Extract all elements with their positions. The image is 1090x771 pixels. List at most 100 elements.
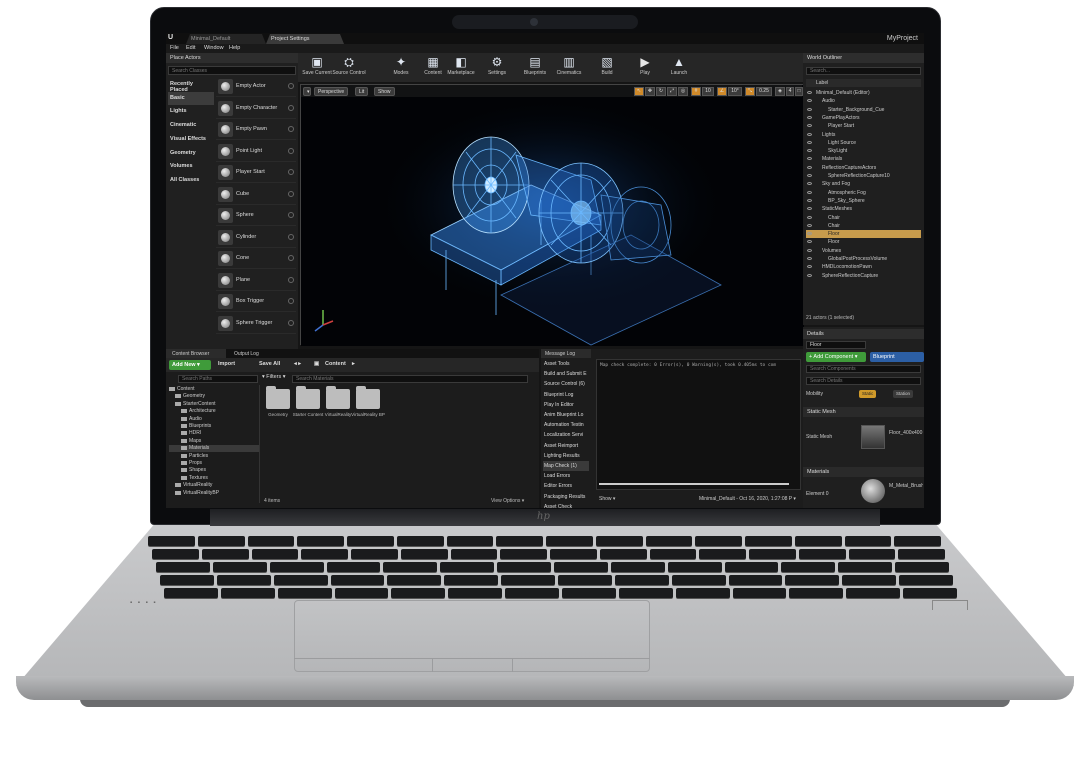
- translate-icon[interactable]: ✥: [645, 87, 655, 96]
- blueprint-button[interactable]: Blueprint: [870, 352, 924, 362]
- object-name-field[interactable]: Floor: [806, 341, 866, 349]
- search-details-input[interactable]: Search Details: [806, 377, 921, 385]
- keyboard-key[interactable]: [610, 562, 665, 572]
- message-log-category[interactable]: Asset Tools: [543, 359, 589, 369]
- show-button[interactable]: Show: [374, 87, 395, 96]
- message-log-category[interactable]: Build and Submit E: [543, 369, 589, 379]
- static-mesh-section[interactable]: Static Mesh: [803, 407, 924, 417]
- world-space-icon[interactable]: ◎: [678, 87, 688, 96]
- keyboard-key[interactable]: [496, 536, 543, 546]
- actor-item[interactable]: Cube: [216, 185, 296, 205]
- keyboard-key[interactable]: [546, 536, 593, 546]
- folder-tree-item[interactable]: Audio: [169, 416, 259, 423]
- actor-item[interactable]: Empty Character: [216, 99, 296, 119]
- folder-tree-item[interactable]: Particles: [169, 453, 259, 460]
- outliner-search-input[interactable]: Search...: [806, 67, 921, 75]
- keyboard-key[interactable]: [844, 536, 892, 546]
- keyboard-key[interactable]: [595, 536, 643, 546]
- keyboard-key[interactable]: [898, 549, 945, 559]
- eye-icon[interactable]: [807, 198, 812, 202]
- keyboard-key[interactable]: [846, 588, 901, 598]
- message-log-category[interactable]: Lighting Results: [543, 451, 589, 461]
- message-log-category[interactable]: Editor Errors: [543, 481, 589, 491]
- keyboard-key[interactable]: [798, 549, 846, 559]
- outliner-row[interactable]: Atmospheric Fog: [806, 189, 921, 197]
- keyboard-key[interactable]: [848, 549, 896, 559]
- category-recently-placed[interactable]: Recently Placed: [168, 78, 214, 93]
- keyboard-key[interactable]: [273, 575, 328, 585]
- toolbar-settings-button[interactable]: ⚙ Settings: [480, 55, 514, 81]
- keyboard-key[interactable]: [842, 575, 897, 585]
- import-button[interactable]: Import: [218, 361, 235, 367]
- search-components-input[interactable]: Search Components: [806, 365, 921, 373]
- keyboard-key[interactable]: [794, 536, 842, 546]
- outliner-row[interactable]: Player Start: [806, 122, 921, 130]
- info-icon[interactable]: [288, 104, 294, 111]
- view-options-button[interactable]: View Options ▾: [491, 498, 524, 504]
- keyboard-key[interactable]: [247, 536, 295, 546]
- outliner-row[interactable]: Volumes: [806, 247, 921, 255]
- message-log-category[interactable]: Anim Blueprint Lo: [543, 410, 589, 420]
- actor-item[interactable]: Plane: [216, 271, 296, 291]
- asset-folder-icon[interactable]: [356, 386, 380, 409]
- keyboard-key[interactable]: [160, 575, 214, 585]
- scale-icon[interactable]: ⤢: [667, 87, 677, 96]
- keyboard-key[interactable]: [148, 536, 195, 546]
- toolbar-launch-button[interactable]: ▲ Launch: [662, 55, 696, 81]
- keyboard-key[interactable]: [330, 575, 385, 585]
- tab-minimal-default[interactable]: Minimal_Default: [186, 34, 266, 44]
- outliner-row[interactable]: SkyLight: [806, 147, 921, 155]
- message-log-category[interactable]: Source Control (6): [543, 379, 589, 389]
- keyboard-key[interactable]: [550, 549, 597, 559]
- eye-icon[interactable]: [807, 257, 812, 260]
- keyboard-key[interactable]: [497, 562, 551, 572]
- keyboard-key[interactable]: [732, 588, 787, 598]
- keyboard-key[interactable]: [645, 536, 693, 546]
- toolbar-save-current-button[interactable]: ▣ Save Current: [300, 55, 334, 81]
- outliner-row[interactable]: Minimal_Default (Editor): [806, 89, 921, 97]
- tab-content-browser[interactable]: Content Browser: [166, 349, 226, 358]
- keyboard-key[interactable]: [599, 549, 647, 559]
- keyboard-key[interactable]: [334, 588, 389, 598]
- actor-item[interactable]: Player Start: [216, 163, 296, 183]
- eye-icon[interactable]: [807, 157, 812, 161]
- eye-icon[interactable]: [807, 149, 812, 153]
- tab-project-settings[interactable]: Project Settings: [266, 34, 344, 44]
- outliner-row[interactable]: Sky and Fog: [806, 180, 921, 188]
- outliner-row[interactable]: ReflectionCaptureActors: [806, 164, 921, 172]
- keyboard-key[interactable]: [500, 549, 547, 559]
- keyboard-key[interactable]: [501, 575, 555, 585]
- keyboard-key[interactable]: [347, 536, 394, 546]
- folder-tree-item[interactable]: VirtualReality: [169, 482, 259, 489]
- eye-icon[interactable]: [807, 140, 812, 144]
- toolbar-play-button[interactable]: ▶ Play: [628, 55, 662, 81]
- message-log-category[interactable]: Load Errors: [543, 471, 589, 481]
- message-log-category[interactable]: Play In Editor: [543, 400, 589, 410]
- keyboard-key[interactable]: [152, 549, 199, 559]
- keyboard-key[interactable]: [562, 588, 616, 598]
- info-icon[interactable]: [288, 319, 294, 326]
- folder-tree-item[interactable]: Maps: [169, 438, 259, 445]
- camera-speed-icon[interactable]: ◈: [775, 87, 785, 96]
- keyboard-key[interactable]: [695, 536, 742, 546]
- info-icon[interactable]: [288, 83, 294, 89]
- scale-snap-icon[interactable]: ⤡: [745, 87, 755, 96]
- keyboard-key[interactable]: [745, 536, 792, 546]
- eye-icon[interactable]: [807, 232, 812, 236]
- eye-icon[interactable]: [807, 240, 812, 244]
- outliner-label-header[interactable]: Label: [806, 79, 921, 87]
- outliner-row[interactable]: Materials: [806, 155, 921, 163]
- keyboard-key[interactable]: [838, 562, 893, 572]
- keyboard-key[interactable]: [301, 549, 348, 559]
- outliner-row[interactable]: SphereReflectionCapture: [806, 272, 921, 280]
- keyboard-key[interactable]: [156, 562, 210, 572]
- keyboard-key[interactable]: [505, 588, 559, 598]
- outliner-row[interactable]: Light Source: [806, 139, 921, 147]
- message-log-category[interactable]: Localization Servi: [543, 430, 589, 440]
- category-basic[interactable]: Basic: [168, 91, 214, 105]
- select-mode-icon[interactable]: ↖: [634, 87, 644, 96]
- grid-snap-icon[interactable]: #: [691, 87, 701, 96]
- eye-icon[interactable]: [807, 124, 812, 128]
- keyboard-key[interactable]: [675, 588, 730, 598]
- keyboard-key[interactable]: [649, 549, 697, 559]
